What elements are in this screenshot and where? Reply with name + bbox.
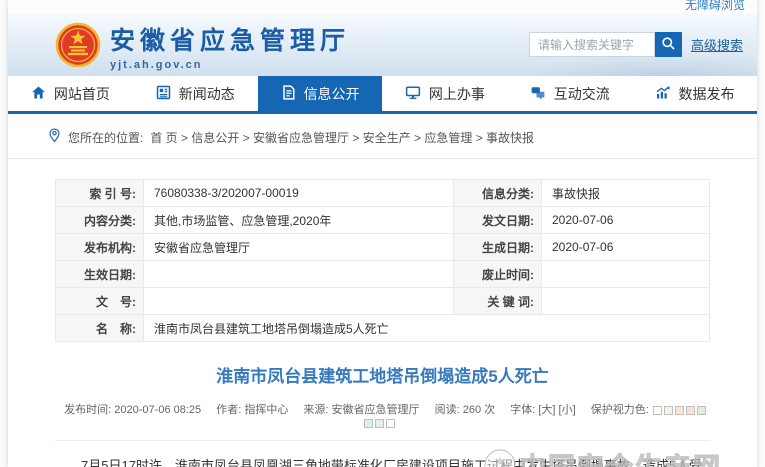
- article-title: 淮南市凤台县建筑工地塔吊倒塌造成5人死亡: [55, 362, 710, 387]
- table-row: 文 号: 关 键 词:: [56, 288, 710, 315]
- search-bar: 高级搜索: [529, 32, 743, 57]
- color-swatch[interactable]: [364, 419, 373, 428]
- field-value: 淮南市凤台县建筑工地塔吊倒塌造成5人死亡: [144, 315, 710, 342]
- accessibility-link[interactable]: 无障碍浏览: [685, 0, 745, 13]
- advanced-search-link[interactable]: 高级搜索: [691, 35, 743, 54]
- field-label: 索 引 号:: [56, 180, 144, 207]
- nav-item-label: 网上办事: [429, 84, 485, 104]
- table-row: 索 引 号: 76080338-3/202007-00019 信息分类: 事故快…: [56, 180, 710, 207]
- document-info-table: 索 引 号: 76080338-3/202007-00019 信息分类: 事故快…: [55, 179, 710, 342]
- article-meta: 发布时间: 2020-07-06 08:25 作者: 指挥中心 来源: 安徽省应…: [55, 401, 710, 429]
- font-small-button[interactable]: [小]: [559, 404, 576, 416]
- field-label: 生成日期:: [454, 234, 542, 261]
- site-brand: 安徽省应急管理厅 yjt.ah.gov.cn: [110, 21, 350, 71]
- breadcrumb-path[interactable]: 首 页 > 信息公开 > 安徽省应急管理厅 > 安全生产 > 应急管理 > 事故…: [150, 129, 534, 146]
- nav-item-label: 数据发布: [679, 84, 735, 104]
- field-label: 关 键 词:: [454, 288, 542, 315]
- page-container: 无障碍浏览 安徽省应急管理厅 yjt.ah.gov.cn: [8, 0, 757, 467]
- main-nav: 网站首页 新闻动态 信息公开: [8, 76, 757, 114]
- color-swatch[interactable]: [686, 406, 695, 415]
- site-title: 安徽省应急管理厅: [110, 21, 350, 57]
- field-value: [144, 261, 454, 288]
- top-strip: 无障碍浏览: [8, 0, 757, 14]
- color-swatch[interactable]: [697, 406, 706, 415]
- document-icon: [281, 85, 296, 103]
- location-pin-icon: [48, 128, 61, 146]
- nav-item-label: 互动交流: [554, 84, 610, 104]
- color-swatch[interactable]: [664, 406, 673, 415]
- field-value: 其他,市场监管、应急管理,2020年: [144, 207, 454, 234]
- field-label: 信息分类:: [454, 180, 542, 207]
- view-count: 阅读: 260 次: [435, 404, 496, 416]
- publish-time: 发布时间: 2020-07-06 08:25: [64, 404, 201, 416]
- field-value: [542, 261, 710, 288]
- monitor-icon: [405, 85, 421, 103]
- table-row: 生效日期: 废止时间:: [56, 261, 710, 288]
- field-value: [144, 288, 454, 315]
- table-row: 内容分类: 其他,市场监管、应急管理,2020年 发文日期: 2020-07-0…: [56, 207, 710, 234]
- field-value: 安徽省应急管理厅: [144, 234, 454, 261]
- site-header: 安徽省应急管理厅 yjt.ah.gov.cn 高级搜索: [8, 14, 757, 76]
- chat-icon: [530, 85, 546, 103]
- table-row: 名 称: 淮南市凤台县建筑工地塔吊倒塌造成5人死亡: [56, 315, 710, 342]
- national-emblem-logo: [55, 22, 101, 73]
- field-value: 2020-07-06: [542, 234, 710, 261]
- breadcrumb: 您所在的位置: 首 页 > 信息公开 > 安徽省应急管理厅 > 安全生产 > 应…: [8, 114, 757, 159]
- field-label: 发布机构:: [56, 234, 144, 261]
- nav-item-data-release[interactable]: 数据发布: [632, 76, 757, 111]
- font-large-button[interactable]: [大]: [538, 404, 555, 416]
- field-value: [542, 288, 710, 315]
- nav-item-label: 信息公开: [304, 84, 360, 104]
- nav-item-label: 新闻动态: [179, 84, 235, 104]
- field-value: 事故快报: [542, 180, 710, 207]
- field-label: 名 称:: [56, 315, 144, 342]
- nav-item-interaction[interactable]: 互动交流: [507, 76, 632, 111]
- nav-item-info-disclosure[interactable]: 信息公开: [258, 76, 383, 111]
- field-value: 76080338-3/202007-00019: [144, 180, 454, 207]
- article-paragraph: 7月5日17时许，淮南市凤台县凤凰湖三角地带标准化厂房建设项目施工过程中发生塔吊…: [55, 454, 710, 467]
- main-content: 索 引 号: 76080338-3/202007-00019 信息分类: 事故快…: [8, 179, 757, 467]
- site-url: yjt.ah.gov.cn: [110, 59, 350, 71]
- field-label: 内容分类:: [56, 207, 144, 234]
- color-swatch[interactable]: [386, 419, 395, 428]
- field-value: 2020-07-06: [542, 207, 710, 234]
- field-label: 生效日期:: [56, 261, 144, 288]
- chart-icon: [655, 85, 671, 103]
- nav-item-home[interactable]: 网站首页: [8, 76, 133, 111]
- news-icon: [156, 85, 171, 103]
- nav-item-online-services[interactable]: 网上办事: [382, 76, 507, 111]
- source: 来源: 安徽省应急管理厅: [303, 404, 419, 416]
- color-swatch[interactable]: [675, 406, 684, 415]
- author: 作者: 指挥中心: [216, 404, 288, 416]
- nav-item-label: 网站首页: [54, 84, 110, 104]
- field-label: 文 号:: [56, 288, 144, 315]
- article-body: 7月5日17时许，淮南市凤台县凤凰湖三角地带标准化厂房建设项目施工过程中发生塔吊…: [55, 454, 710, 467]
- field-label: 废止时间:: [454, 261, 542, 288]
- color-swatch[interactable]: [375, 419, 384, 428]
- search-icon: [661, 36, 676, 54]
- home-icon: [31, 85, 46, 103]
- table-row: 发布机构: 安徽省应急管理厅 生成日期: 2020-07-06: [56, 234, 710, 261]
- nav-item-news[interactable]: 新闻动态: [133, 76, 258, 111]
- search-input[interactable]: [529, 32, 655, 57]
- content-divider: [55, 440, 710, 441]
- color-swatch[interactable]: [653, 406, 662, 415]
- font-size-controls: 字体: [大] [小]: [510, 404, 575, 416]
- search-button[interactable]: [655, 32, 682, 57]
- breadcrumb-label: 您所在的位置:: [68, 129, 143, 146]
- field-label: 发文日期:: [454, 207, 542, 234]
